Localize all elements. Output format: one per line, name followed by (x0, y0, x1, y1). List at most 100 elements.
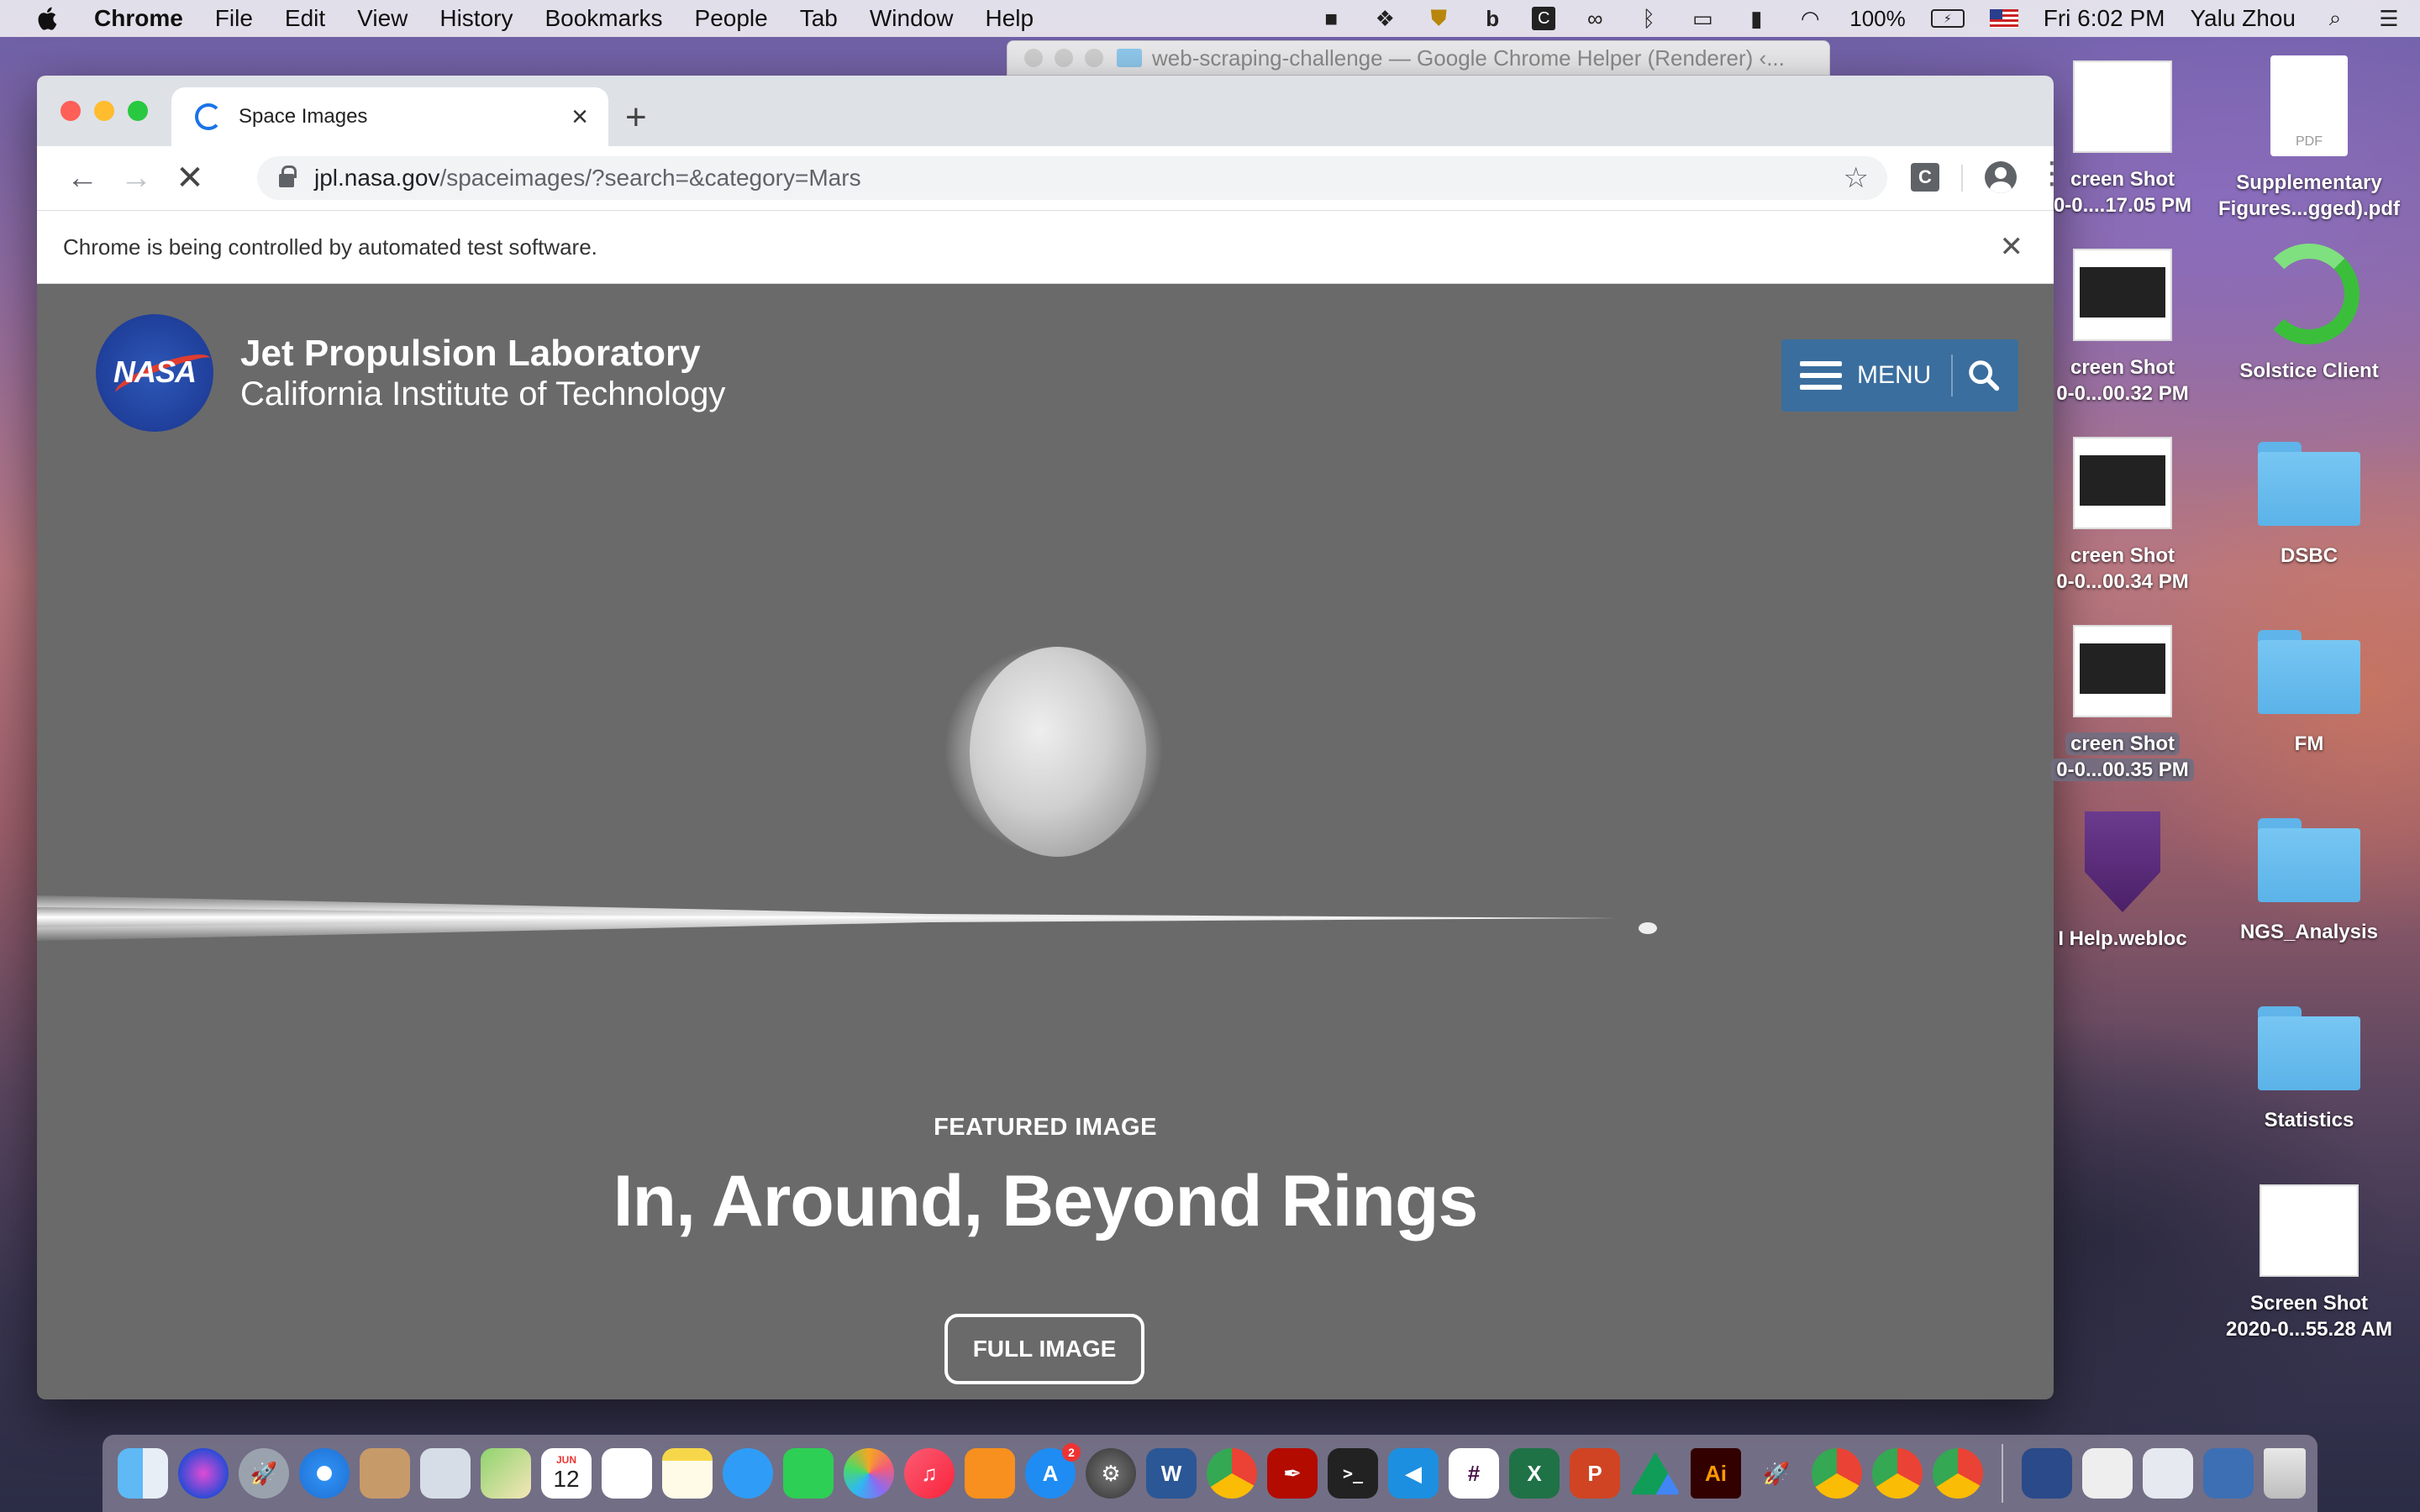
desktop-screenshot-4[interactable]: creen Shot 0-0...00.35 PM (2005, 625, 2240, 783)
desktop-screenshot-2[interactable]: creen Shot 0-0...00.32 PM (2005, 249, 2240, 407)
chrome-icon-3[interactable] (1872, 1448, 1923, 1499)
menu-edit[interactable]: Edit (285, 5, 325, 32)
desktop-item-label: creen Shot (2070, 356, 2175, 379)
dropbox-icon[interactable]: ❖ (1370, 6, 1399, 31)
menu-tab[interactable]: Tab (800, 5, 838, 32)
illustrator-icon[interactable]: Ai (1691, 1448, 1741, 1499)
chrome-icon-4[interactable] (1933, 1448, 1983, 1499)
menu-app-chrome[interactable]: Chrome (94, 5, 183, 32)
menu-people[interactable]: People (695, 5, 768, 32)
bluetooth-icon[interactable]: ᛒ (1634, 6, 1663, 31)
desktop-folder-dsbc[interactable]: DSBC (2208, 442, 2410, 569)
nasa-logo[interactable]: NASA (96, 314, 215, 432)
siri-icon[interactable] (178, 1448, 229, 1499)
terminal-icon[interactable]: >_ (1328, 1448, 1378, 1499)
finder-icon[interactable] (118, 1448, 168, 1499)
airplay-icon[interactable]: ▭ (1688, 6, 1717, 31)
creative-cloud-icon[interactable]: ∞ (1581, 6, 1609, 31)
trash-icon[interactable] (2264, 1448, 2306, 1499)
search-icon[interactable] (1965, 356, 2003, 395)
acrobat-icon[interactable]: ✒ (1267, 1448, 1318, 1499)
full-image-button[interactable]: FULL IMAGE (944, 1314, 1144, 1384)
desktop-folder-ngs-analysis[interactable]: NGS_Analysis (2208, 818, 2410, 945)
google-drive-icon[interactable] (1630, 1452, 1681, 1495)
photos-icon[interactable] (844, 1448, 894, 1499)
desktop-pdf-supplementary[interactable]: PDF Supplementary Figures...gged).pdf (2208, 55, 2410, 222)
reminders-icon[interactable] (602, 1448, 652, 1499)
minimized-window-3[interactable] (2143, 1448, 2193, 1499)
us-flag-input-source-icon[interactable] (1989, 9, 2018, 28)
address-bar[interactable]: jpl.nasa.gov/spaceimages/?search=&catego… (257, 156, 1887, 200)
bookmark-star-icon[interactable]: ☆ (1844, 161, 1869, 195)
menu-history[interactable]: History (439, 5, 513, 32)
launchpad-rocket-icon[interactable]: 🚀 (239, 1448, 289, 1499)
stop-loading-icon[interactable]: ✕ (163, 159, 217, 197)
messages-icon[interactable] (723, 1448, 773, 1499)
lock-icon[interactable] (279, 165, 297, 187)
c-app-icon[interactable]: C (1532, 7, 1556, 30)
notes-icon[interactable] (662, 1448, 713, 1499)
tab-space-images[interactable]: Space Images × (171, 87, 608, 146)
clock[interactable]: Fri 6:02 PM (2044, 5, 2165, 32)
powerpoint-icon[interactable]: P (1570, 1448, 1620, 1499)
shield-icon[interactable]: ⛊ (1424, 5, 1453, 31)
desktop-solstice-client[interactable]: Solstice Client (2208, 244, 2410, 384)
rocket-typist-icon[interactable]: 🚀 (1751, 1448, 1802, 1499)
contacts-icon[interactable] (360, 1448, 410, 1499)
desktop-folder-fm[interactable]: FM (2208, 630, 2410, 757)
close-tab-icon[interactable]: × (571, 102, 588, 131)
minimize-window-button[interactable] (94, 101, 114, 121)
notification-center-icon[interactable]: ☰ (2375, 6, 2403, 31)
menu-button[interactable]: MENU (1781, 339, 2018, 412)
desktop-help-webloc[interactable]: I Help.webloc (2005, 811, 2240, 952)
spotlight-search-icon[interactable]: ⌕ (2321, 5, 2349, 31)
minimized-window-1[interactable] (2022, 1448, 2072, 1499)
chrome-icon-2[interactable] (1812, 1448, 1862, 1499)
preview-icon[interactable] (420, 1448, 471, 1499)
desktop-item-label-2: Figures...gged).pdf (2218, 197, 2400, 221)
calendar-icon[interactable]: JUN 12 (541, 1448, 592, 1499)
menu-bookmarks[interactable]: Bookmarks (544, 5, 662, 32)
new-tab-plus-icon[interactable]: + (625, 99, 647, 136)
menu-file[interactable]: File (215, 5, 253, 32)
books-icon[interactable] (965, 1448, 1015, 1499)
battery-monitor-icon[interactable]: ▮ (1742, 6, 1770, 31)
forward-arrow-icon[interactable]: → (109, 160, 163, 197)
folder-icon (2258, 818, 2360, 902)
minimized-window-2[interactable] (2082, 1448, 2133, 1499)
word-icon[interactable]: W (1146, 1448, 1197, 1499)
back-arrow-icon[interactable]: ← (55, 160, 109, 197)
chrome-icon[interactable] (1207, 1448, 1257, 1499)
wifi-icon[interactable]: ◠ (1796, 6, 1824, 31)
menu-window[interactable]: Window (870, 5, 954, 32)
maps-icon[interactable] (481, 1448, 531, 1499)
facetime-icon[interactable] (783, 1448, 834, 1499)
menu-view[interactable]: View (357, 5, 408, 32)
background-window-titlebar[interactable]: web-scraping-challenge — Google Chrome H… (1007, 40, 1830, 76)
site-titles[interactable]: Jet Propulsion Laboratory California Ins… (240, 333, 725, 414)
safari-icon[interactable] (299, 1448, 350, 1499)
site-title[interactable]: Jet Propulsion Laboratory (240, 333, 725, 375)
minimized-window-4[interactable] (2203, 1448, 2254, 1499)
jpl-header[interactable]: NASA Jet Propulsion Laboratory Californi… (96, 314, 725, 432)
music-icon[interactable]: ♫ (904, 1448, 955, 1499)
user-name[interactable]: Yalu Zhou (2190, 5, 2296, 32)
menu-help[interactable]: Help (985, 5, 1034, 32)
desktop-screenshot-5[interactable]: Screen Shot 2020-0...55.28 AM (2208, 1184, 2410, 1342)
extension-c-icon[interactable]: C (1911, 163, 1939, 192)
slack-icon[interactable]: # (1449, 1448, 1499, 1499)
desktop-screenshot-3[interactable]: creen Shot 0-0...00.34 PM (2005, 437, 2240, 595)
b-app-icon[interactable]: b (1478, 6, 1507, 31)
zoom-window-button[interactable] (128, 101, 148, 121)
battery-icon[interactable]: ⚡ (1930, 9, 1965, 28)
excel-icon[interactable]: X (1509, 1448, 1560, 1499)
camera-icon[interactable]: ■ (1317, 6, 1345, 31)
desktop-screenshot-1[interactable]: creen Shot 0-0....17.05 PM (2005, 60, 2240, 218)
apple-menu-icon[interactable] (34, 4, 62, 33)
system-preferences-gear-icon[interactable]: ⚙ (1086, 1448, 1136, 1499)
site-subtitle[interactable]: California Institute of Technology (240, 375, 725, 413)
vscode-icon[interactable]: ◀ (1388, 1448, 1439, 1499)
app-store-icon[interactable]: A 2 (1025, 1443, 1081, 1499)
close-window-button[interactable] (60, 101, 81, 121)
desktop-folder-statistics[interactable]: Statistics (2208, 1006, 2410, 1133)
